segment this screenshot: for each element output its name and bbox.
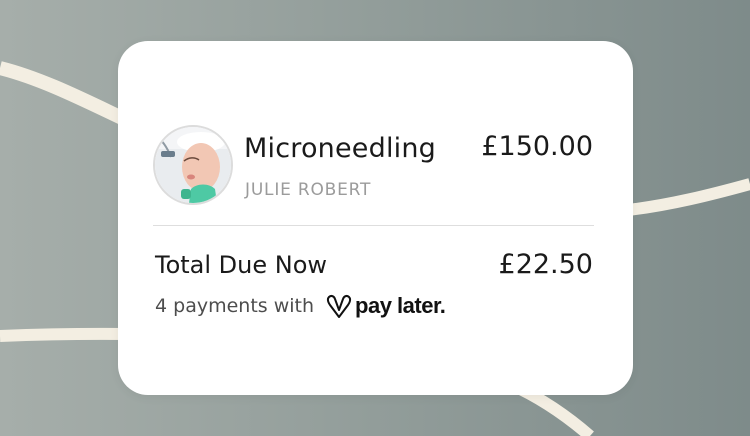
service-price: £150.00 <box>481 131 593 162</box>
total-due-amount: £22.50 <box>498 249 593 280</box>
installment-info: 4 payments with pay later. <box>155 293 446 319</box>
checkout-summary-card: Microneedling JULIE ROBERT £150.00 Total… <box>118 41 633 395</box>
practitioner-name: JULIE ROBERT <box>245 180 372 200</box>
installment-text: 4 payments with <box>155 295 315 317</box>
pay-later-brand: pay later. <box>355 293 446 318</box>
background-curve-top-left <box>0 61 126 125</box>
service-thumbnail <box>153 125 233 205</box>
service-name: Microneedling <box>244 133 436 164</box>
total-due-label: Total Due Now <box>155 251 328 279</box>
microneedling-treatment-photo <box>155 127 231 203</box>
background-curve-right <box>627 178 750 216</box>
v-heart-logo-icon <box>326 293 352 319</box>
divider <box>153 225 594 226</box>
